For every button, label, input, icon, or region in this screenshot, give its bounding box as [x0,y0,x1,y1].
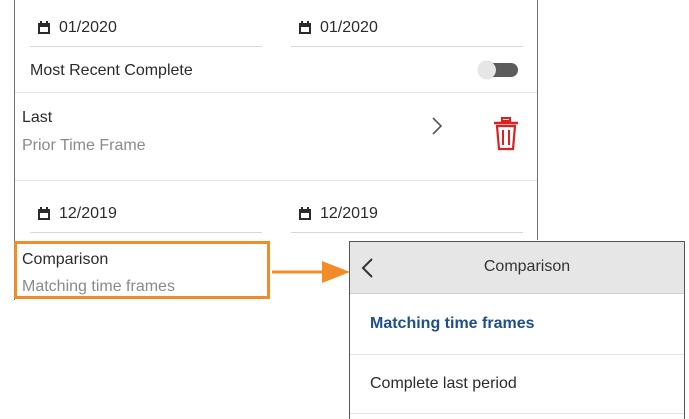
popup-separator [350,354,684,355]
start-date-field-top[interactable]: 01/2020 [37,19,117,37]
divider [15,180,537,181]
end-date-field-top[interactable]: 01/2020 [298,19,378,37]
start-date-field-bottom[interactable]: 12/2019 [37,205,117,223]
end-date-underline-top [291,46,523,47]
end-date-value-top: 01/2020 [320,19,378,36]
arrow-right-icon [272,261,350,283]
start-date-value-bottom: 12/2019 [59,205,117,222]
end-date-field-bottom[interactable]: 12/2019 [298,205,378,223]
panel-right-border [537,0,538,240]
toggle-knob [478,61,496,79]
time-frame-title: Last [22,109,53,126]
option-matching-time-frames[interactable]: Matching time frames [370,315,534,333]
calendar-icon [38,207,50,220]
start-date-underline-bottom [30,232,262,233]
start-date-value-top: 01/2020 [59,19,117,36]
calendar-icon [299,21,311,34]
end-date-underline-bottom [291,232,523,233]
popup-separator [350,413,684,414]
most-recent-complete-label: Most Recent Complete [30,62,193,79]
time-frame-subtitle: Prior Time Frame [22,137,146,154]
option-complete-last-period[interactable]: Complete last period [370,375,517,393]
trash-icon[interactable] [492,117,520,151]
most-recent-complete-toggle[interactable] [478,61,520,79]
comparison-row-highlight[interactable] [14,241,270,299]
popup-header: Comparison [350,242,684,294]
calendar-icon [38,21,50,34]
divider [15,92,537,93]
chevron-right-icon[interactable] [429,114,445,138]
start-date-underline-top [30,46,262,47]
end-date-value-bottom: 12/2019 [320,205,378,222]
popup-title: Comparison [483,258,571,275]
calendar-icon [299,207,311,220]
comparison-popup: Comparison Matching time frames Complete… [349,241,685,419]
